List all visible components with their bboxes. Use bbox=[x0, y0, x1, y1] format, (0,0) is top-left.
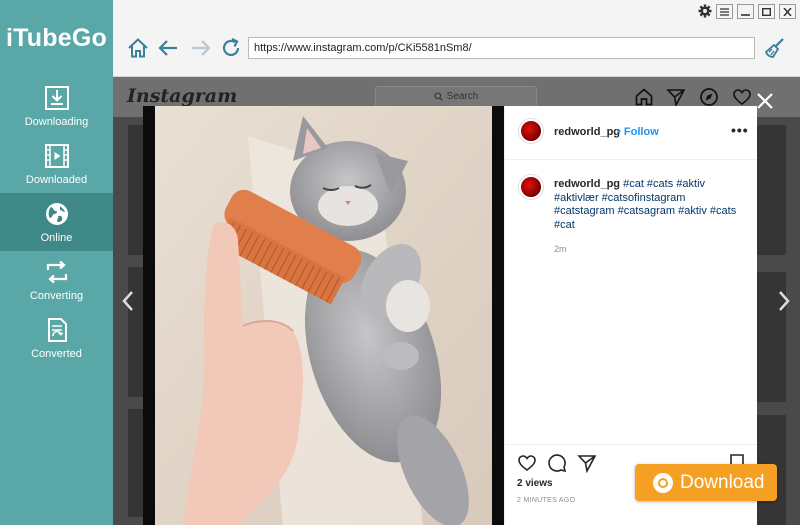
downloading-icon bbox=[44, 85, 69, 110]
home-button[interactable] bbox=[126, 36, 150, 60]
sidebar-item-downloading[interactable]: Downloading bbox=[0, 77, 113, 135]
sidebar-item-downloaded[interactable]: Downloaded bbox=[0, 135, 113, 193]
downloaded-icon bbox=[44, 143, 69, 168]
download-label: Download bbox=[680, 471, 765, 493]
caption-username[interactable]: redworld_pg bbox=[554, 178, 620, 190]
refresh-icon bbox=[222, 38, 240, 57]
avatar[interactable] bbox=[519, 119, 543, 143]
post-modal: redworld_pg • Follow ••• redworld_pg #ca… bbox=[143, 106, 757, 525]
kitten-video-frame bbox=[143, 106, 504, 525]
activity-heart-icon[interactable] bbox=[732, 87, 752, 107]
settings-gear-icon[interactable] bbox=[698, 4, 712, 18]
home-icon bbox=[128, 38, 148, 58]
more-options-button[interactable]: ••• bbox=[731, 122, 749, 138]
post-timestamp: 2 MINUTES AGO bbox=[517, 497, 576, 504]
maximize-button[interactable] bbox=[758, 4, 775, 19]
clear-button[interactable] bbox=[763, 36, 787, 60]
post-caption: redworld_pg #cat #cats #aktiv #aktivlær … bbox=[554, 178, 749, 232]
sidebar-item-label: Downloading bbox=[24, 115, 89, 128]
instagram-search[interactable]: Search bbox=[375, 86, 537, 107]
sidebar: iTubeGo Downloading Downloaded Online Co… bbox=[0, 0, 113, 525]
globe-icon bbox=[45, 202, 68, 225]
sidebar-item-online[interactable]: Online bbox=[0, 193, 113, 251]
minimize-button[interactable] bbox=[737, 4, 754, 19]
app-window: iTubeGo Downloading Downloaded Online Co… bbox=[0, 0, 800, 525]
divider bbox=[505, 444, 757, 445]
next-post-arrow-icon[interactable] bbox=[777, 290, 791, 312]
post-username[interactable]: redworld_pg bbox=[554, 126, 620, 138]
instagram-logo: Instagram bbox=[127, 85, 238, 107]
minimize-icon bbox=[741, 13, 750, 16]
menu-icon bbox=[720, 7, 729, 16]
sidebar-item-label: Downloaded bbox=[25, 173, 88, 186]
arrow-right-icon bbox=[192, 40, 211, 56]
address-bar[interactable] bbox=[248, 37, 755, 59]
sidebar-item-converted[interactable]: Converted bbox=[0, 309, 113, 367]
share-icon[interactable] bbox=[577, 453, 597, 473]
view-count: 2 views bbox=[517, 478, 553, 489]
close-icon bbox=[783, 7, 792, 16]
follow-label: Follow bbox=[623, 126, 659, 138]
post-age: 2m bbox=[554, 244, 567, 254]
comment-icon[interactable] bbox=[547, 453, 567, 473]
sidebar-item-converting[interactable]: Converting bbox=[0, 251, 113, 309]
like-heart-icon[interactable] bbox=[517, 453, 537, 473]
sidebar-item-label: Online bbox=[40, 231, 73, 244]
close-window-button[interactable] bbox=[779, 4, 796, 19]
maximize-icon bbox=[762, 7, 771, 16]
avatar[interactable] bbox=[519, 175, 543, 199]
close-modal-icon[interactable] bbox=[755, 91, 775, 111]
download-icon bbox=[653, 472, 673, 493]
browser-viewport: Instagram Search redworld_pg • Follow ••… bbox=[113, 77, 800, 525]
search-icon bbox=[434, 92, 443, 101]
arrow-left-icon bbox=[158, 40, 177, 56]
explore-icon[interactable] bbox=[699, 87, 719, 107]
post-details-panel: redworld_pg • Follow ••• redworld_pg #ca… bbox=[504, 106, 757, 525]
divider bbox=[505, 159, 757, 160]
sidebar-item-label: Converted bbox=[31, 347, 82, 360]
converted-icon bbox=[47, 317, 67, 342]
follow-separator: • bbox=[617, 126, 621, 138]
back-button[interactable] bbox=[156, 36, 180, 60]
app-logo: iTubeGo bbox=[6, 24, 107, 52]
download-button[interactable]: Download bbox=[635, 464, 777, 501]
post-video[interactable] bbox=[143, 106, 504, 525]
search-placeholder: Search bbox=[446, 91, 479, 102]
broom-icon bbox=[764, 38, 784, 58]
follow-link[interactable]: • Follow bbox=[617, 126, 659, 138]
previous-post-arrow-icon[interactable] bbox=[121, 290, 135, 312]
sidebar-item-label: Converting bbox=[29, 289, 84, 302]
home-icon[interactable] bbox=[634, 87, 654, 107]
browser-toolbar bbox=[113, 0, 800, 77]
background-post-thumbnail bbox=[756, 125, 786, 255]
direct-message-icon[interactable] bbox=[666, 87, 686, 107]
converting-icon bbox=[46, 260, 67, 283]
refresh-button[interactable] bbox=[219, 36, 243, 60]
forward-button[interactable] bbox=[189, 36, 213, 60]
menu-button[interactable] bbox=[716, 4, 733, 19]
